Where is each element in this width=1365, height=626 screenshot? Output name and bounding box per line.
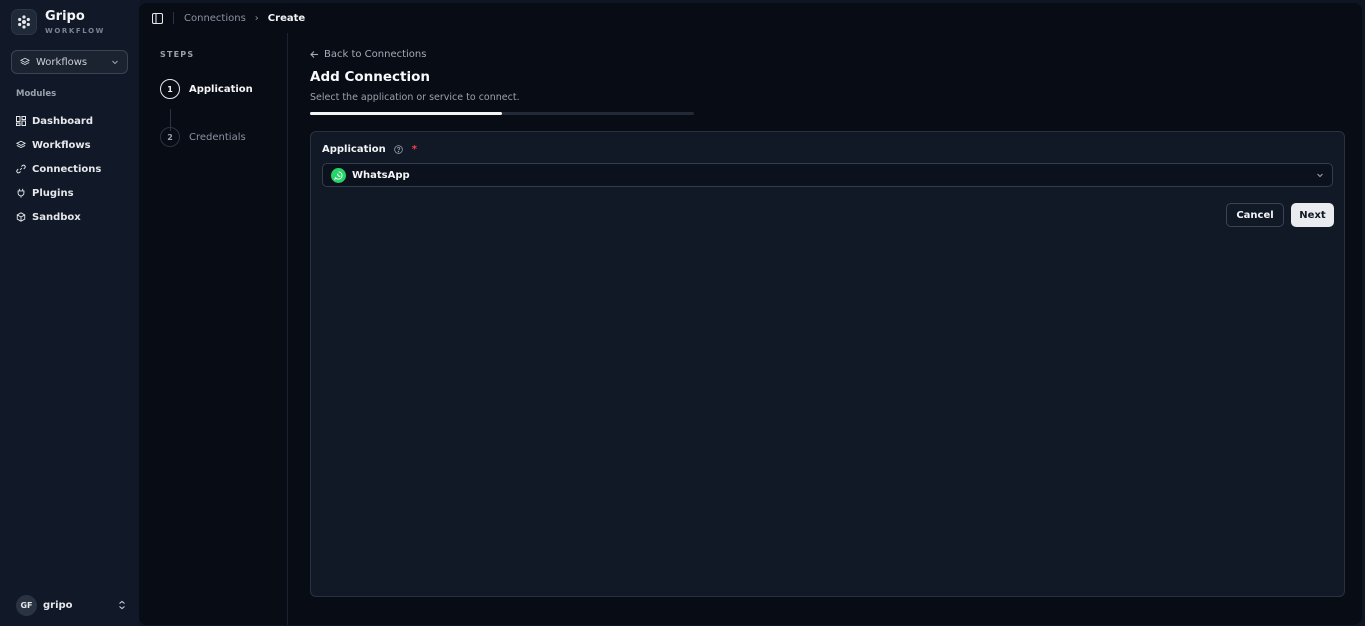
chevrons-up-down-icon [119,600,125,610]
sidebar-item-dashboard[interactable]: Dashboard [16,109,134,133]
sidebar-item-label: Dashboard [32,115,93,127]
sidebar-item-plugins[interactable]: Plugins [16,181,134,205]
next-button[interactable]: Next [1291,203,1334,227]
breadcrumb: Connections › Create [184,13,305,24]
topbar: Connections › Create [139,3,1362,33]
modules-section-label: Modules [16,89,57,99]
panel-left-icon [151,12,163,24]
link-icon [16,164,26,174]
required-marker: * [411,144,418,155]
layers-icon [20,57,30,66]
breadcrumb-connections-link[interactable]: Connections [184,13,246,24]
step-progress-bar [310,112,694,115]
brand-subtitle: WORKFLOW [45,27,105,35]
step-number: 2 [160,127,180,147]
steps-title: STEPS [160,50,195,59]
chevron-down-icon [112,60,118,65]
chevron-down-icon [1317,173,1323,178]
application-select-value: WhatsApp [352,169,410,181]
plug-icon [17,188,25,198]
sidebar-item-connections[interactable]: Connections [16,157,134,181]
gripo-logo-icon [11,9,37,35]
main-panel: Connections › Create STEPS 1 Application… [139,3,1362,625]
sidebar-toggle-button[interactable] [151,12,163,24]
workspace-select-value: Workflows [36,56,88,68]
form-card: Application * WhatsApp Cancel Next [310,131,1345,597]
breadcrumb-current: Create [267,12,306,24]
dashboard-icon [16,116,26,126]
help-circle-icon[interactable] [394,145,403,154]
sidebar-item-label: Plugins [32,187,74,199]
workspace-select[interactable]: Workflows [11,50,128,74]
back-to-connections-link[interactable]: Back to Connections [310,49,426,60]
sidebar-item-workflows[interactable]: Workflows [16,133,134,157]
sidebar-item-label: Workflows [32,139,91,151]
whatsapp-icon [331,167,346,183]
sidebar-nav: Dashboard Workflows Connections Plugins … [16,109,134,229]
cancel-button[interactable]: Cancel [1226,203,1284,227]
steps-panel: STEPS 1 Application 2 Credentials [139,33,288,625]
back-link-label: Back to Connections [324,49,427,60]
topbar-divider [173,12,174,24]
step-application[interactable]: 1 Application [160,79,253,99]
application-select[interactable]: WhatsApp [322,163,1333,187]
page-subtitle: Select the application or service to con… [310,92,520,103]
box-icon [16,212,26,222]
avatar: GF [16,594,37,616]
sidebar-item-label: Sandbox [32,211,81,223]
step-progress-fill [310,112,502,115]
chevron-right-icon: › [254,12,259,24]
application-label-text: Application [322,144,386,155]
step-credentials[interactable]: 2 Credentials [160,127,246,147]
brand-name: Gripo [45,9,85,24]
user-menu[interactable]: GF gripo [16,594,126,616]
step-label: Credentials [189,131,246,143]
step-label: Application [189,83,253,95]
brand[interactable]: Gripo WORKFLOW [11,9,105,35]
sidebar-item-sandbox[interactable]: Sandbox [16,205,134,229]
page-title: Add Connection [310,69,431,85]
layers-icon [16,140,26,149]
application-field-label: Application * [322,144,417,155]
sidebar: Gripo WORKFLOW Workflows Modules Dashboa… [0,0,139,626]
sidebar-item-label: Connections [32,163,102,175]
step-number: 1 [160,79,180,99]
user-name: gripo [43,599,73,611]
arrow-left-icon [310,51,318,58]
